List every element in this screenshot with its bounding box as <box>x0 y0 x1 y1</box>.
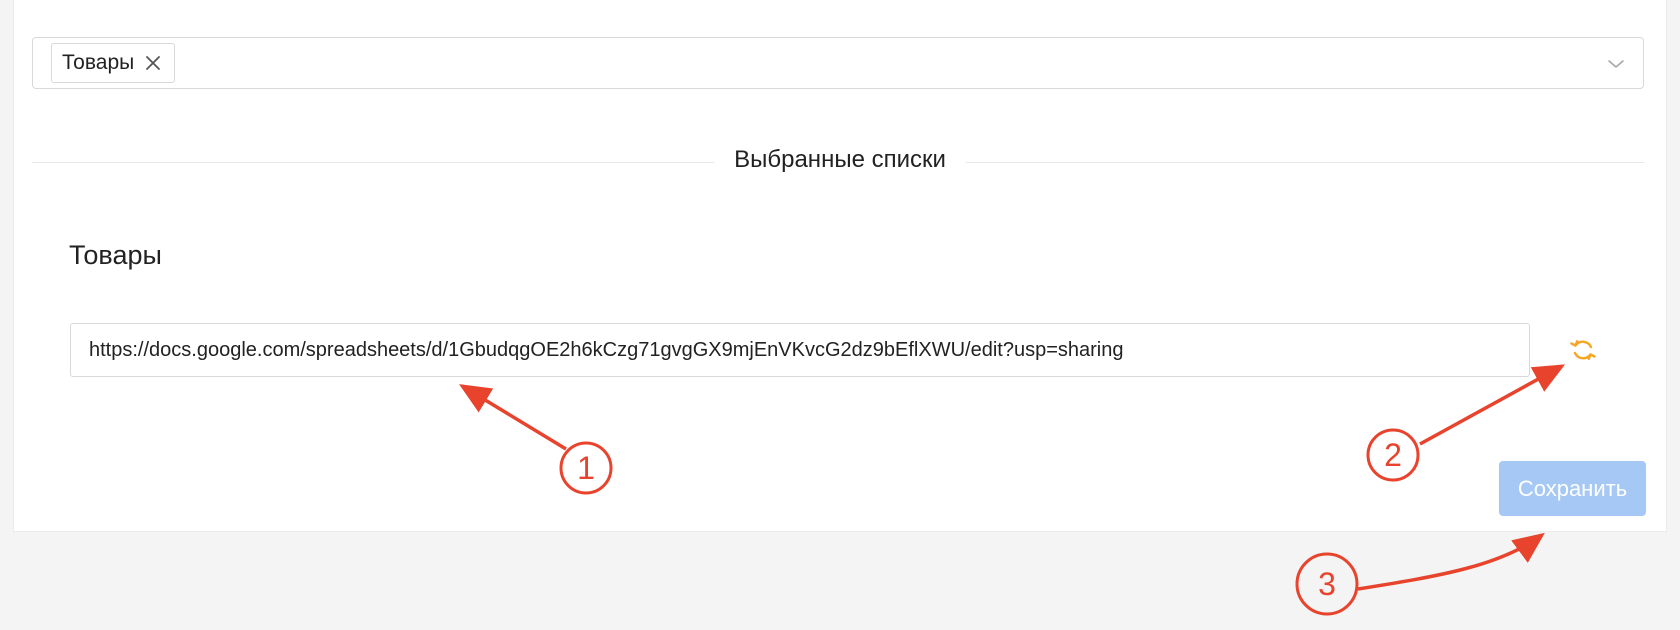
close-icon[interactable] <box>144 54 162 72</box>
annotation-label-3: 3 <box>1318 566 1336 602</box>
save-button[interactable]: Сохранить <box>1499 461 1646 516</box>
spreadsheet-url-input[interactable] <box>70 323 1530 377</box>
divider-label: Выбранные списки <box>714 146 966 173</box>
list-multiselect[interactable]: Товары <box>32 37 1644 89</box>
annotation-3 <box>1295 532 1545 616</box>
form-panel: Товары Выбранные списки Товары Сохранить <box>13 0 1667 532</box>
selected-tag-label: Товары <box>62 51 135 74</box>
refresh-icon[interactable] <box>1569 336 1597 364</box>
list-title: Товары <box>69 240 162 270</box>
chevron-down-icon[interactable] <box>1607 55 1625 73</box>
section-divider: Выбранные списки <box>14 146 1666 174</box>
divider-line <box>32 162 1644 163</box>
selected-tag: Товары <box>51 43 176 83</box>
